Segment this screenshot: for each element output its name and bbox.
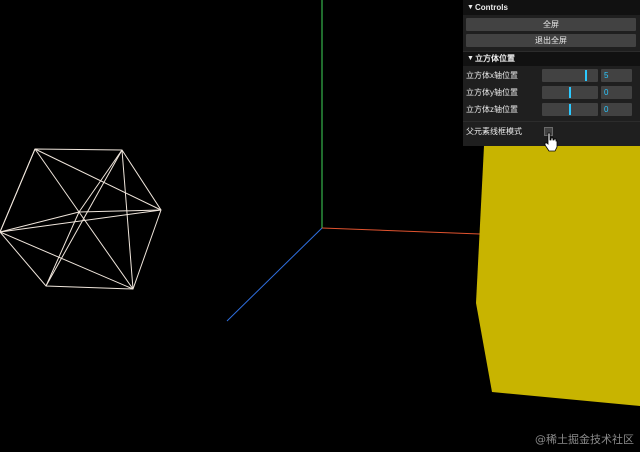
- slider-label-z: 立方体z轴位置: [466, 105, 518, 114]
- slider-y-handle[interactable]: [569, 87, 571, 98]
- slider-x-value[interactable]: 5: [601, 69, 632, 82]
- controls-title: Controls: [475, 3, 508, 12]
- wireframe-toggle-label: 父元素线框模式: [466, 127, 522, 136]
- hand-cursor-icon: [544, 132, 558, 152]
- slider-row-x: 立方体x轴位置 5: [463, 68, 640, 83]
- slider-y[interactable]: [542, 86, 598, 99]
- yellow-cube: [476, 120, 640, 406]
- slider-y-value[interactable]: 0: [601, 86, 632, 99]
- slider-z-value[interactable]: 0: [601, 103, 632, 116]
- slider-row-z: 立方体z轴位置 0: [463, 102, 640, 117]
- slider-z[interactable]: [542, 103, 598, 116]
- slider-x-handle[interactable]: [585, 70, 587, 81]
- chevron-down-icon: ▼: [467, 55, 474, 62]
- slider-z-handle[interactable]: [569, 104, 571, 115]
- exit-fullscreen-button[interactable]: 退出全屏: [466, 34, 636, 47]
- controls-title-bar[interactable]: ▼ Controls: [463, 0, 640, 15]
- cube-position-folder-title[interactable]: ▼ 立方体位置: [463, 51, 640, 66]
- watermark-text: @稀土掘金技术社区: [535, 433, 634, 446]
- x-axis-line: [321, 227, 481, 235]
- panel-divider: [463, 121, 640, 122]
- chevron-down-icon: ▼: [467, 4, 474, 11]
- controls-panel: ▼ Controls 全屏 退出全屏 ▼ 立方体位置 立方体x轴位置 5 立方体…: [463, 0, 640, 146]
- slider-label-x: 立方体x轴位置: [466, 71, 518, 80]
- slider-row-y: 立方体y轴位置 0: [463, 85, 640, 100]
- slider-label-y: 立方体y轴位置: [466, 88, 518, 97]
- z-axis-line: [226, 227, 323, 322]
- fullscreen-button[interactable]: 全屏: [466, 18, 636, 31]
- slider-x[interactable]: [542, 69, 598, 82]
- cube-position-folder-label: 立方体位置: [475, 54, 515, 63]
- wireframe-cube: [0, 148, 162, 290]
